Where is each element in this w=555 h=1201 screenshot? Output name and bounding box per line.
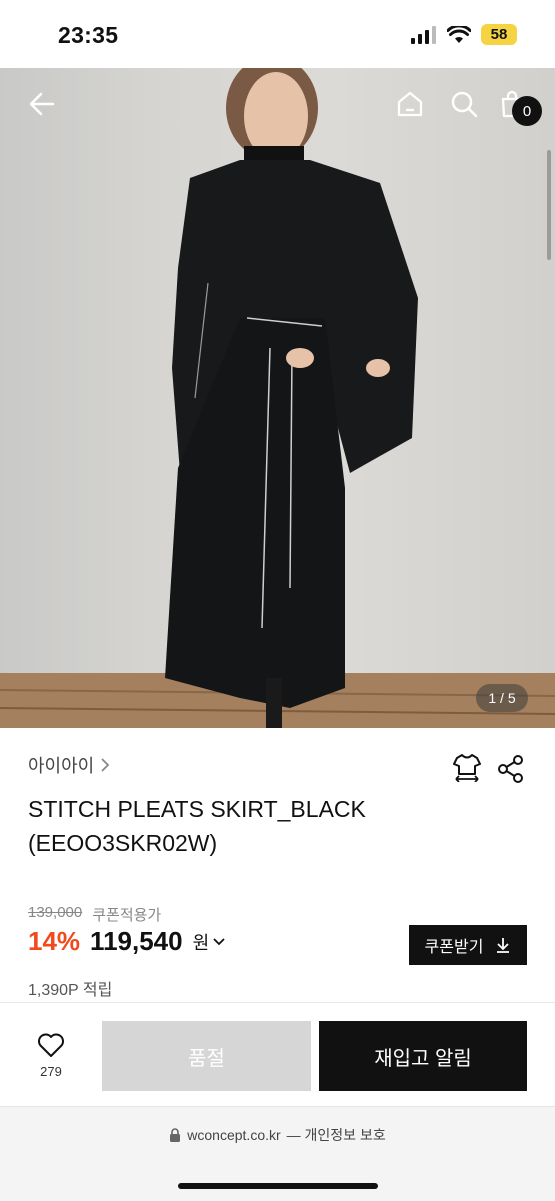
brand-name: 아이아이 xyxy=(28,756,95,776)
price-row: 14% 119,540 원 xyxy=(28,926,225,957)
reward-points: 1,390P 적립 xyxy=(28,982,113,999)
cart-count-badge: 0 xyxy=(512,96,542,126)
discount-rate: 14% xyxy=(28,926,81,956)
home-icon xyxy=(397,91,423,117)
back-button[interactable] xyxy=(24,86,60,122)
top-nav xyxy=(0,68,555,138)
coupon-button-label: 쿠폰받기 xyxy=(424,939,484,956)
status-icons: 58 xyxy=(411,24,517,45)
share-icon[interactable] xyxy=(496,754,526,784)
chevron-down-icon xyxy=(213,937,225,945)
url-display[interactable]: wconcept.co.kr — 개인정보 보호 xyxy=(0,1125,555,1145)
size-guide-hanger-icon[interactable] xyxy=(452,752,482,782)
sale-price: 119,540 xyxy=(90,926,183,956)
status-bar: 23:35 58 xyxy=(0,0,555,68)
price-detail-toggle[interactable]: 원 xyxy=(193,929,226,955)
home-indicator xyxy=(178,1183,378,1189)
product-title: STITCH PLEATS SKIRT_BLACK (EEOO3SKR02W) xyxy=(28,792,468,860)
restock-alert-button[interactable]: 재입고 알림 xyxy=(319,1021,527,1091)
product-title-line2: (EEOO3SKR02W) xyxy=(28,830,218,856)
scroll-indicator xyxy=(547,150,551,260)
soldout-button: 품절 xyxy=(102,1021,311,1091)
search-button[interactable] xyxy=(446,86,482,122)
url-domain: wconcept.co.kr xyxy=(187,1127,281,1143)
battery-indicator: 58 xyxy=(481,24,517,45)
original-price-row: 139,000 쿠폰적용가 xyxy=(28,904,161,925)
back-arrow-icon xyxy=(29,92,55,116)
download-icon xyxy=(497,938,510,953)
image-counter: 1 / 5 xyxy=(476,684,528,712)
coupon-price-note: 쿠폰적용가 xyxy=(92,907,162,924)
original-price: 139,000 xyxy=(28,904,83,921)
product-title-line1: STITCH PLEATS SKIRT_BLACK xyxy=(28,796,366,822)
status-time: 23:35 xyxy=(58,22,119,48)
product-image[interactable] xyxy=(0,68,555,728)
brand-link[interactable]: 아이아이 xyxy=(28,752,110,778)
model-photo xyxy=(0,68,555,728)
like-count: 279 xyxy=(40,1064,62,1079)
chevron-right-icon xyxy=(101,758,110,772)
divider xyxy=(0,1002,555,1003)
download-coupon-button[interactable]: 쿠폰받기 xyxy=(409,925,527,965)
wifi-icon xyxy=(447,25,471,43)
heart-icon xyxy=(38,1033,64,1057)
lock-icon xyxy=(170,1128,181,1142)
search-icon xyxy=(451,91,478,118)
currency-label: 원 xyxy=(192,932,210,953)
home-button[interactable] xyxy=(392,86,428,122)
browser-bar: wconcept.co.kr — 개인정보 보호 xyxy=(0,1106,555,1201)
signal-icon xyxy=(411,25,436,44)
like-button[interactable]: 279 xyxy=(20,1032,82,1088)
privacy-label: — 개인정보 보호 xyxy=(286,1127,386,1143)
